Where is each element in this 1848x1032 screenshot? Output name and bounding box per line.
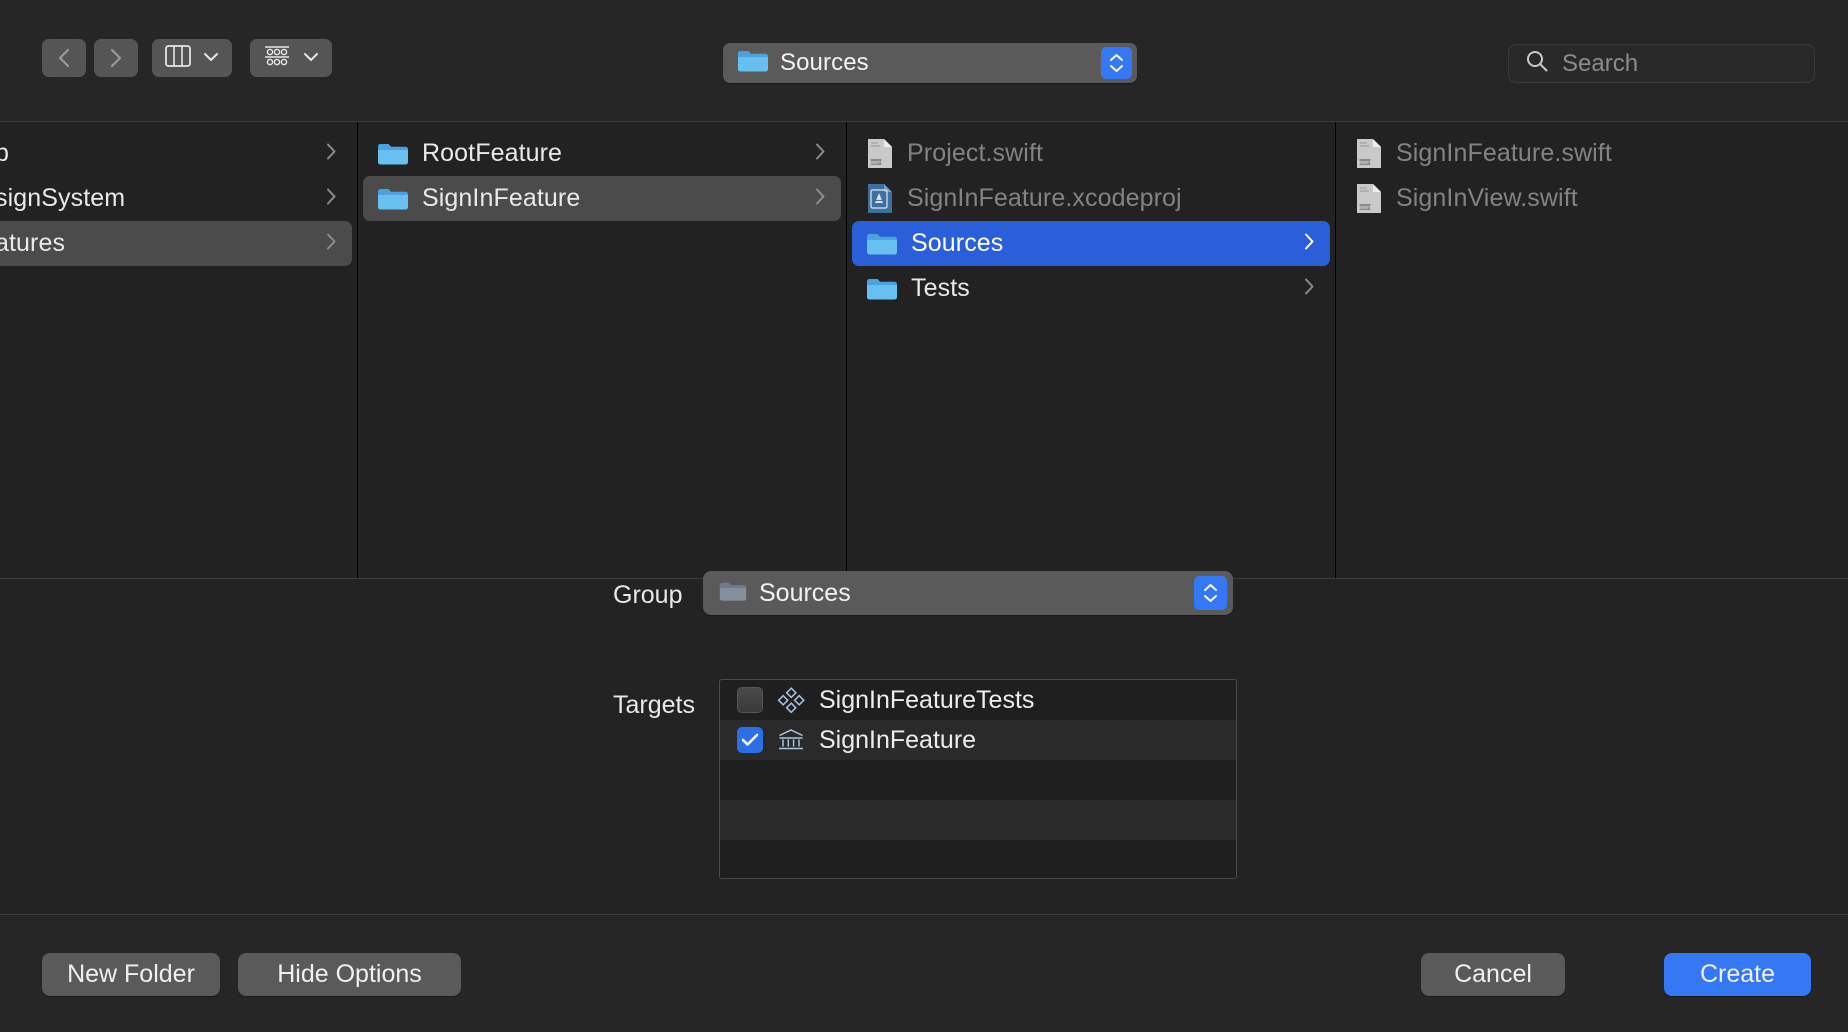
- chevron-right-icon: [814, 186, 827, 211]
- folder-icon: [377, 141, 409, 166]
- group-stepper[interactable]: [1194, 576, 1227, 610]
- chevron-down-icon: [203, 49, 219, 67]
- browser-item-label: signSystem: [0, 184, 126, 212]
- svg-text:SWIFT: SWIFT: [1358, 160, 1372, 165]
- save-dialog: Sources Search p signSystem atures RootFea…: [0, 0, 1848, 1032]
- browser-item[interactable]: p: [0, 131, 352, 176]
- target-row-empty: [720, 760, 1236, 800]
- target-checkbox[interactable]: [737, 727, 763, 753]
- toolbar: Sources Search: [0, 0, 1848, 122]
- column-browser: p signSystem atures RootFeature SignInFeatu…: [0, 122, 1848, 579]
- browser-item-label: p: [0, 139, 9, 168]
- browser-item-label: SignInFeature.xcodeproj: [907, 184, 1182, 212]
- browser-item-label: Sources: [911, 229, 1004, 257]
- target-label: SignInFeatureTests: [819, 685, 1035, 714]
- browser-item[interactable]: Tests: [852, 266, 1330, 311]
- cancel-button[interactable]: Cancel: [1421, 953, 1565, 996]
- target-row[interactable]: SignInFeatureTests: [720, 680, 1236, 720]
- swift-file-icon: SWIFT: [1355, 183, 1383, 214]
- xcodeproj-file-icon: [866, 183, 894, 214]
- target-row-empty: [720, 840, 1236, 878]
- browser-item[interactable]: SignInFeature.xcodeproj: [852, 176, 1330, 221]
- search-icon: [1525, 49, 1549, 78]
- browser-column-2[interactable]: RootFeature SignInFeature: [358, 122, 847, 578]
- svg-text:SWIFT: SWIFT: [1358, 205, 1372, 210]
- browser-item[interactable]: SWIFT Project.swift: [852, 131, 1330, 176]
- browser-item-label: Tests: [911, 274, 970, 302]
- options-pane: Group Sources Targets SignInFeatureTests…: [0, 571, 1848, 915]
- chevron-right-icon: [325, 141, 338, 166]
- folder-icon: [737, 48, 769, 78]
- chevron-right-icon: [1303, 276, 1316, 301]
- create-button[interactable]: Create: [1664, 953, 1811, 996]
- target-row-empty: [720, 800, 1236, 840]
- chevron-right-icon: [108, 46, 124, 70]
- path-popup-button[interactable]: Sources: [723, 43, 1137, 83]
- browser-column-3[interactable]: SWIFT Project.swift SignInFeature.xcodepro…: [847, 122, 1336, 578]
- framework-icon: [777, 727, 805, 753]
- group-label: Group: [613, 581, 683, 609]
- targets-label: Targets: [613, 691, 695, 719]
- group-mode-button[interactable]: [250, 39, 332, 77]
- group-popup-value: Sources: [759, 578, 851, 607]
- browser-item[interactable]: RootFeature: [363, 131, 841, 176]
- folder-icon: [866, 231, 898, 256]
- back-button[interactable]: [42, 39, 86, 77]
- folder-icon: [377, 186, 409, 211]
- navigation-buttons: [42, 39, 138, 77]
- test-bundle-icon: [777, 687, 805, 713]
- browser-item[interactable]: signSystem: [0, 176, 352, 221]
- target-row[interactable]: SignInFeature: [720, 720, 1236, 760]
- browser-item-label: SignInFeature.swift: [1396, 139, 1612, 167]
- browser-item-label: SignInView.swift: [1396, 184, 1578, 212]
- chevron-left-icon: [56, 46, 72, 70]
- chevron-right-icon: [325, 186, 338, 211]
- chevron-right-icon: [814, 141, 827, 166]
- folder-icon: [719, 580, 747, 607]
- browser-item[interactable]: SWIFT SignInFeature.swift: [1341, 131, 1843, 176]
- chevron-right-icon: [325, 231, 338, 256]
- grid-view-icon: [263, 44, 291, 73]
- folder-icon: [866, 276, 898, 301]
- column-view-icon: [165, 44, 191, 72]
- swift-file-icon: SWIFT: [866, 138, 894, 169]
- target-label: SignInFeature: [819, 725, 977, 754]
- browser-column-1[interactable]: p signSystem atures: [0, 122, 358, 578]
- target-checkbox[interactable]: [737, 687, 763, 713]
- svg-text:SWIFT: SWIFT: [869, 160, 883, 165]
- footer: New Folder Hide Options Cancel Create: [0, 915, 1848, 1032]
- browser-item[interactable]: SWIFT SignInView.swift: [1341, 176, 1843, 221]
- browser-item-label: atures: [0, 229, 66, 257]
- path-stepper[interactable]: [1101, 47, 1132, 79]
- hide-options-button[interactable]: Hide Options: [238, 953, 461, 996]
- search-placeholder: Search: [1562, 49, 1639, 77]
- swift-file-icon: SWIFT: [1355, 138, 1383, 169]
- path-popup-value: Sources: [780, 49, 869, 76]
- browser-item[interactable]: Sources: [852, 221, 1330, 266]
- view-mode-button[interactable]: [152, 39, 232, 77]
- search-input[interactable]: Search: [1508, 44, 1815, 83]
- browser-item[interactable]: SignInFeature: [363, 176, 841, 221]
- forward-button[interactable]: [94, 39, 138, 77]
- chevron-right-icon: [1303, 231, 1316, 256]
- browser-item-label: RootFeature: [422, 139, 563, 167]
- group-popup-button[interactable]: Sources: [703, 571, 1233, 615]
- targets-list[interactable]: SignInFeatureTests SignInFeature: [719, 679, 1237, 879]
- chevron-down-icon: [303, 49, 319, 67]
- browser-item[interactable]: atures: [0, 221, 352, 266]
- new-folder-button[interactable]: New Folder: [42, 953, 220, 996]
- browser-item-label: SignInFeature: [422, 184, 581, 212]
- browser-column-4[interactable]: SWIFT SignInFeature.swift SWIFT SignInView.…: [1336, 122, 1848, 578]
- browser-item-label: Project.swift: [907, 139, 1044, 167]
